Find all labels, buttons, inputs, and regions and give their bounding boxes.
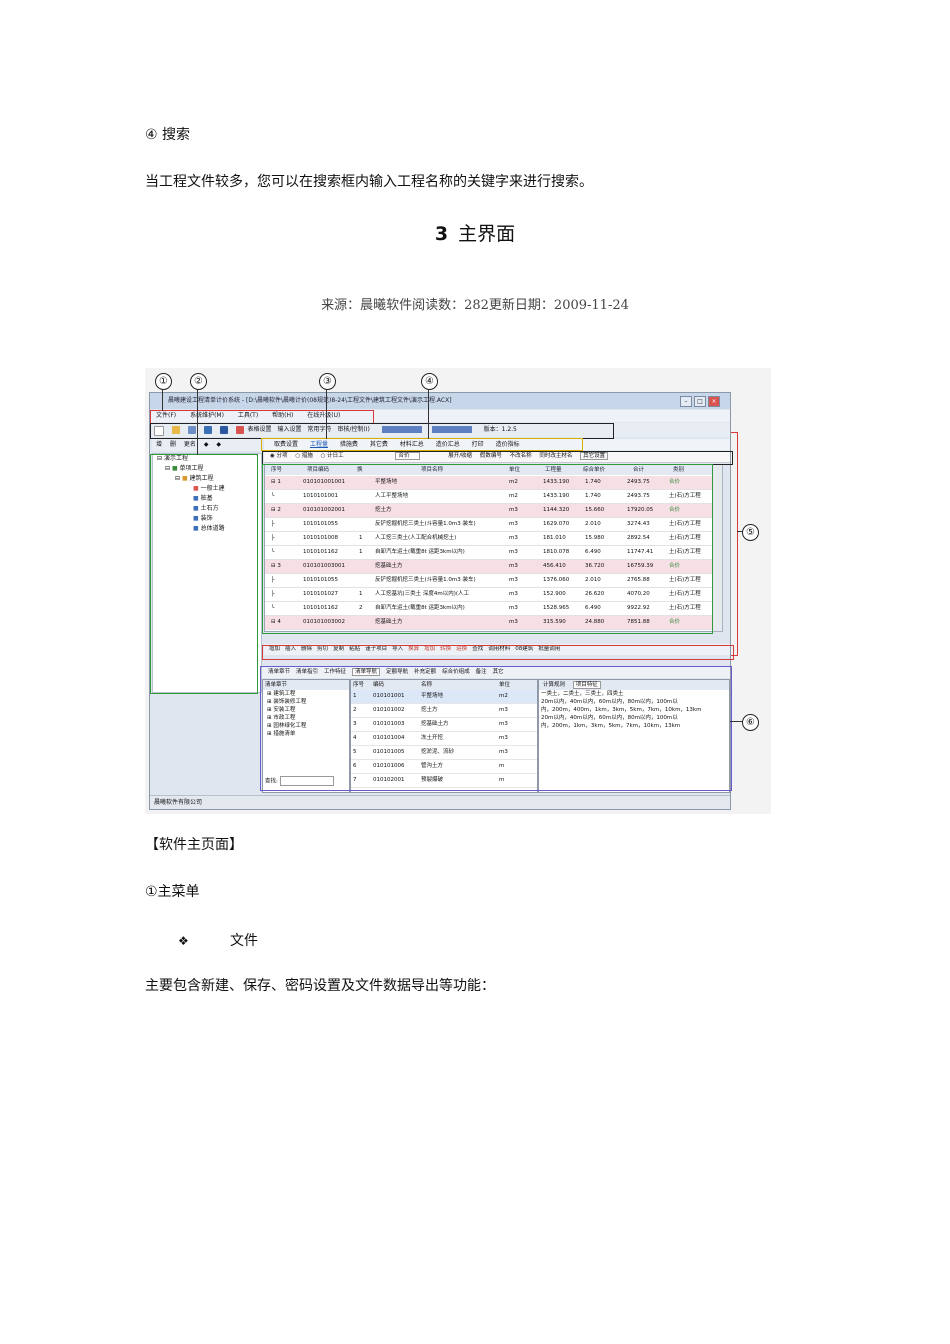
callout-6: ⑥ [742,714,759,731]
tree-move-up-button[interactable]: ◆ [204,441,209,448]
search-heading: ④ 搜索 [145,127,191,143]
tree-toolbar: 增 删 更名 ◆ ◆ [152,439,262,451]
bullet-file: 文件 [230,933,258,949]
tree-add-button[interactable]: 增 [156,441,162,448]
highlight-toolbar [150,423,614,439]
source-line: 来源：晨曦软件阅读数：282更新日期：2009-11-24 [321,298,629,313]
close-icon[interactable]: × [708,396,720,407]
section-title: 3 主界面 [0,222,950,246]
status-company: 晨曦软件有限公司 [154,799,203,806]
callout-3: ③ [319,373,336,390]
leader-line-6 [730,721,743,722]
highlight-bracket-5 [731,432,738,656]
minimize-icon[interactable]: – [680,396,692,407]
callout-5: ⑤ [742,524,759,541]
maximize-icon[interactable]: □ [694,396,706,407]
bullet-icon: ❖ [178,934,189,948]
window-title: 晨曦建设工程清单计价系统 - [D:\晨曦软件\晨曦计价(08规范)8-24\工… [168,397,452,404]
tree-move-down-button[interactable]: ◆ [216,441,221,448]
leader-line-5 [737,531,743,532]
highlight-bottom-panes [260,666,732,791]
callout-4: ④ [421,373,438,390]
status-bar: 晨曦软件有限公司 [150,795,730,809]
highlight-function-tabs [261,438,583,451]
leader-line-2 [197,389,198,455]
leader-line-4 [428,389,429,439]
callout-1: ① [155,373,172,390]
highlight-main-menu [150,410,374,424]
highlight-action-bar [262,645,734,660]
file-description: 主要包含新建、保存、密码设置及文件数据导出等功能： [145,978,495,994]
title-bar: 晨曦建设工程清单计价系统 - [D:\晨曦软件\晨曦计价(08规范)8-24\工… [150,393,730,409]
callout-2: ② [190,373,207,390]
main-interface-screenshot: ① ② ③ ④ ⑤ ⑥ 晨曦建设工程清单计价系统 - [D:\晨曦软件\晨曦计价… [145,368,771,814]
leader-line-3 [326,389,327,439]
search-description: 当工程文件较多，您可以在搜索框内输入工程名称的关键字来进行搜索。 [145,174,593,190]
highlight-project-tree [150,454,258,694]
tree-rename-button[interactable]: 更名 [184,441,196,448]
tree-delete-button[interactable]: 删 [170,441,176,448]
main-menu-label: ①主菜单 [145,884,200,900]
grid-scrollbar[interactable] [712,464,723,632]
figure-caption: 【软件主页面】 [145,837,243,853]
highlight-filter-bar [262,451,733,465]
leader-line-1 [162,389,163,411]
section-title-text: 主界面 [458,223,516,245]
section-number: 3 [434,223,449,245]
highlight-grid [262,464,713,634]
